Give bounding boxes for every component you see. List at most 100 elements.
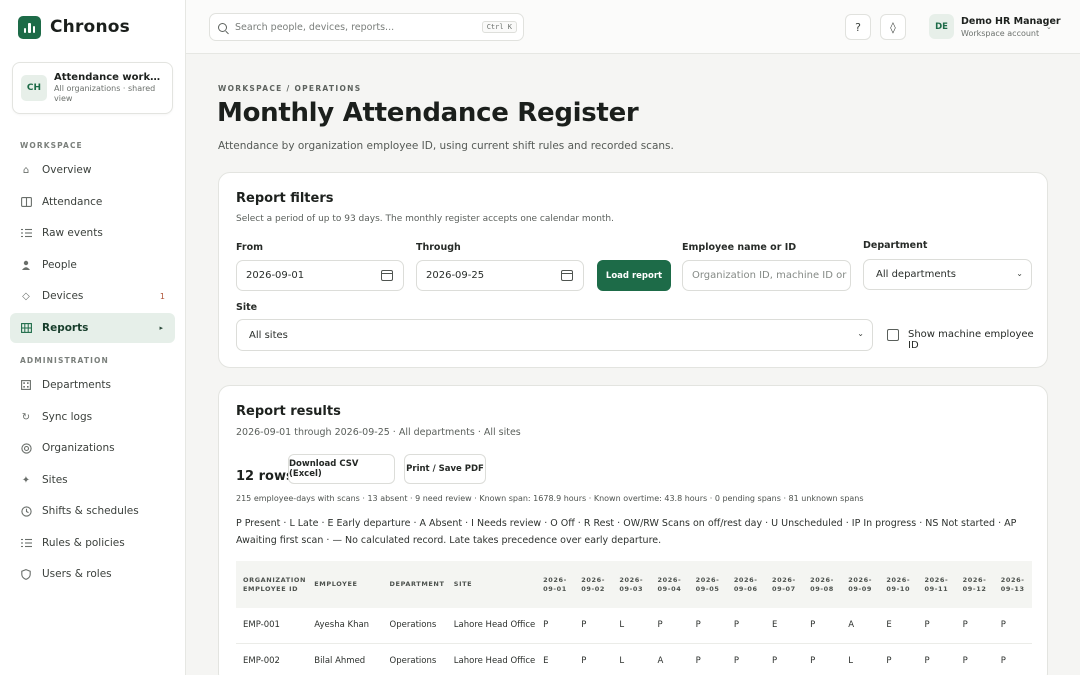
through-date-value: 2026-09-25 xyxy=(426,270,485,281)
book-icon xyxy=(20,196,32,208)
download-csv-button[interactable]: Download CSV (Excel) xyxy=(288,454,395,484)
column-header-date: 2026-09-08 xyxy=(810,575,834,593)
show-machine-id-checkbox[interactable] xyxy=(887,329,899,341)
global-search[interactable]: Search people, devices, reports... Ctrl … xyxy=(209,13,524,41)
column-header[interactable]: EMPLOYEE xyxy=(307,561,382,608)
sidebar-item-shifts-schedules[interactable]: Shifts & schedules xyxy=(10,496,175,526)
site-select[interactable]: All sites ⌄ xyxy=(236,319,873,351)
cell-employee-name: Bilal Ahmed xyxy=(307,643,383,675)
cell-status: P xyxy=(879,643,918,675)
cell-status: P xyxy=(764,643,804,675)
from-date-input[interactable]: 2026-09-01 xyxy=(236,260,404,291)
employee-input-placeholder: Organization ID, machine ID or name xyxy=(692,270,850,281)
sidebar-item-label: Attendance xyxy=(42,196,103,208)
user-avatar[interactable]: DE xyxy=(929,14,954,39)
through-date-input[interactable]: 2026-09-25 xyxy=(416,260,584,291)
diamond-icon: ◇ xyxy=(22,290,30,302)
sidebar-item-label: Departments xyxy=(42,379,112,391)
report-summary-stats: 215 employee-days with scans · 13 absent… xyxy=(236,494,864,503)
sidebar-item-attendance[interactable]: Attendance xyxy=(10,187,175,217)
table-row[interactable]: EMP-001 Ayesha Khan Operations Lahore He… xyxy=(236,608,1032,644)
sidebar-item-label: Sites xyxy=(42,474,68,486)
sidebar-item-label: Reports xyxy=(42,322,89,334)
sidebar-item-label: Rules & policies xyxy=(42,537,125,549)
sidebar-item-users-roles[interactable]: Users & roles xyxy=(10,559,175,589)
sidebar-item-people[interactable]: People xyxy=(10,250,175,280)
cell-site: Lahore Head Office xyxy=(446,608,537,644)
cell-status: P xyxy=(574,608,613,644)
brand[interactable]: Chronos xyxy=(0,0,185,54)
chevron-down-icon: ⌄ xyxy=(1016,269,1023,278)
column-header-date: 2026-09-04 xyxy=(657,575,682,593)
sidebar-item-sync-logs[interactable]: ↻ Sync logs xyxy=(10,402,175,432)
department-select[interactable]: All departments ⌄ xyxy=(863,259,1032,290)
rules-icon xyxy=(20,537,32,549)
cell-status: P xyxy=(955,608,994,644)
workspace-title: Attendance workspace xyxy=(54,72,162,83)
sidebar-item-label: Organizations xyxy=(42,442,115,454)
site-select-value: All sites xyxy=(249,329,288,341)
workspace-avatar: CH xyxy=(21,75,47,101)
theme-icon: ◊ xyxy=(890,20,896,34)
sidebar-item-label: Raw events xyxy=(42,227,103,239)
print-pdf-button[interactable]: Print / Save PDF xyxy=(404,454,486,484)
load-report-button[interactable]: Load report xyxy=(597,260,671,291)
sidebar-item-sites[interactable]: ✦ Sites xyxy=(10,465,175,495)
sidebar-item-organizations[interactable]: Organizations xyxy=(10,433,175,463)
column-header-date: 2026-09-05 xyxy=(695,575,720,593)
page-subtitle: Attendance by organization employee ID, … xyxy=(218,140,674,152)
column-header[interactable]: SITE xyxy=(447,561,536,608)
column-header[interactable]: ORGANIZATION EMPLOYEE ID xyxy=(236,561,307,608)
search-input[interactable]: Search people, devices, reports... xyxy=(235,22,482,33)
filters-subtitle: Select a period of up to 93 days. The mo… xyxy=(236,214,614,224)
building-icon xyxy=(20,379,32,391)
user-shield-icon xyxy=(20,568,32,580)
search-shortcut-hint: Ctrl K xyxy=(481,21,517,33)
sidebar-item-devices[interactable]: ◇ Devices 1 xyxy=(10,281,175,311)
cell-status: P xyxy=(917,608,956,644)
help-button[interactable]: ? xyxy=(845,14,871,40)
table-row[interactable]: EMP-002 Bilal Ahmed Operations Lahore He… xyxy=(236,643,1032,675)
target-icon xyxy=(20,442,32,454)
theme-toggle-button[interactable]: ◊ xyxy=(880,14,906,40)
results-title: Report results xyxy=(236,404,341,419)
cell-status: P xyxy=(803,643,842,675)
cell-status: L xyxy=(841,643,880,675)
cell-status: P xyxy=(917,643,956,675)
cell-status: A xyxy=(841,608,880,644)
show-machine-id-label[interactable]: Show machine employee ID xyxy=(908,329,1047,351)
sidebar-item-overview[interactable]: ⌂ Overview xyxy=(10,155,175,185)
column-header-date: 2026-09-06 xyxy=(733,575,758,593)
from-label: From xyxy=(236,242,263,253)
sidebar-item-label: Sync logs xyxy=(42,411,93,423)
cell-status: E xyxy=(536,643,575,675)
report-results-card: Report results 2026-09-01 through 2026-0… xyxy=(218,385,1048,675)
nav-section-administration: ADMINISTRATION xyxy=(20,356,109,365)
cell-department: Operations xyxy=(382,608,447,644)
cell-status: A xyxy=(650,643,689,675)
column-header[interactable]: DEPARTMENT xyxy=(383,561,447,608)
cell-status: P xyxy=(993,643,1032,675)
workspace-switcher[interactable]: CH Attendance workspace All organization… xyxy=(12,62,173,114)
person-icon xyxy=(20,259,32,271)
sidebar-item-rules-policies[interactable]: Rules & policies xyxy=(10,528,175,558)
filters-title: Report filters xyxy=(236,191,334,206)
column-header-date: 2026-09-02 xyxy=(581,575,606,593)
employee-search-input[interactable]: Organization ID, machine ID or name xyxy=(682,260,851,291)
column-header-date: 2026-09-01 xyxy=(543,575,567,593)
calendar-icon[interactable] xyxy=(561,270,573,281)
cell-status: P xyxy=(726,643,765,675)
sidebar-item-reports[interactable]: Reports ▸ xyxy=(10,313,175,343)
chevron-down-icon[interactable]: ⌄ xyxy=(1046,23,1052,31)
calendar-icon[interactable] xyxy=(381,270,393,281)
through-label: Through xyxy=(416,242,461,253)
cell-site: Lahore Head Office xyxy=(446,643,537,675)
results-subtitle: 2026-09-01 through 2026-09-25 · All depa… xyxy=(236,427,521,438)
cell-department: Operations xyxy=(382,643,447,675)
sidebar-item-raw-events[interactable]: Raw events xyxy=(10,218,175,248)
rows-count: 12 rows xyxy=(236,469,294,484)
sidebar-item-departments[interactable]: Departments xyxy=(10,370,175,400)
home-icon: ⌂ xyxy=(22,164,30,176)
main-content: Search people, devices, reports... Ctrl … xyxy=(186,0,1080,675)
cell-status: P xyxy=(536,608,575,644)
